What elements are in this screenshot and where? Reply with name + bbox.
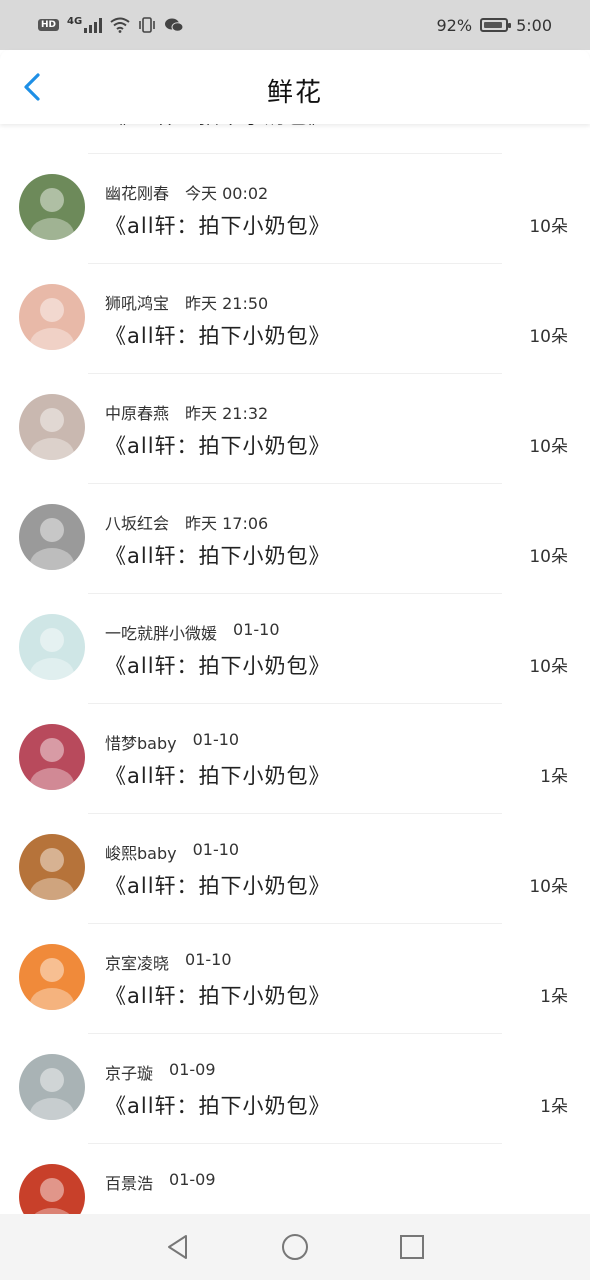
list-item-meta: 惜梦baby 01-10 [105,730,239,754]
avatar[interactable] [19,284,85,350]
list-item-message[interactable]: 《all轩：拍下小奶包》 [105,650,331,680]
list-item-message[interactable]: 《all轩：拍下小奶包》 [105,870,331,900]
list-item-message[interactable]: 《all轩：拍下小奶包》 [105,980,331,1010]
status-left: HD 4G [38,15,184,33]
list-item-count: 10朵 [529,327,568,347]
page-title: 鲜花 [266,78,323,108]
list-item-message[interactable]: 《all轩：拍下小奶包》 [105,210,331,240]
circle-home-icon [281,1234,308,1260]
list-item-count: 1朵 [540,1097,568,1117]
nav-recents-button[interactable] [396,1231,428,1263]
list-item-count: 10朵 [529,437,568,457]
list-item-count: 10朵 [529,877,568,897]
sender-name[interactable]: 八坂红会 [105,510,169,534]
avatar[interactable] [19,1054,85,1120]
timestamp: 昨天 21:50 [185,294,269,313]
avatar[interactable] [19,834,85,900]
sender-name[interactable]: 百景浩 [105,1170,153,1194]
timestamp: 01-10 [233,620,280,639]
list-item-message[interactable]: 《all轩：拍下小奶包》 [105,430,331,460]
status-bar: HD 4G 92% 5:00 [0,0,590,50]
triangle-back-icon [168,1235,188,1259]
list-item-count: 10朵 [529,657,568,677]
app-header: 鲜花 [0,50,590,124]
nav-back-button[interactable] [162,1231,194,1263]
list-item[interactable]: 幽花刚春 今天 00:02 《all轩：拍下小奶包》 10朵 [0,154,590,264]
list-item[interactable]: 狮吼鸿宝 昨天 21:50 《all轩：拍下小奶包》 10朵 [0,264,590,374]
nav-home-button[interactable] [279,1231,311,1263]
timestamp: 01-09 [169,1060,216,1079]
timestamp: 昨天 21:32 [185,404,269,423]
clock: 5:00 [516,15,552,35]
hd-badge: HD [38,19,60,31]
signal-icon [84,17,103,33]
timestamp: 01-09 [169,1170,216,1189]
list-item[interactable]: 八坂红会 昨天 17:06 《all轩：拍下小奶包》 10朵 [0,484,590,594]
list-item[interactable]: 峻熙baby 01-10 《all轩：拍下小奶包》 10朵 [0,814,590,924]
list-item[interactable]: 京子璇 01-09 《all轩：拍下小奶包》 1朵 [0,1034,590,1144]
avatar[interactable] [19,504,85,570]
timestamp: 01-10 [192,840,240,859]
list-item-message[interactable]: 《all轩：拍下小奶包》 [105,760,331,790]
list-item-meta: 八坂红会 昨天 17:06 [105,510,268,534]
wechat-icon [165,18,184,32]
network-label: 4G [67,15,83,27]
sender-name[interactable]: 中原春燕 [105,400,169,424]
list-item[interactable]: 一吃就胖小微媛 01-10 《all轩：拍下小奶包》 10朵 [0,594,590,704]
avatar[interactable] [19,944,85,1010]
list-item-meta: 幽花刚春 今天 00:02 [105,180,268,204]
list-item-meta: 狮吼鸿宝 昨天 21:50 [105,290,268,314]
list-item-count: 10朵 [529,217,568,237]
sender-name[interactable]: 狮吼鸿宝 [105,290,169,314]
list-item-meta: 中原春燕 昨天 21:32 [105,400,268,424]
wifi-icon [110,17,130,33]
avatar[interactable] [19,174,85,240]
list-item-meta: 京子璇 01-09 [105,1060,216,1084]
vibrate-icon [139,17,155,33]
list-item[interactable]: 京室凌晓 01-10 《all轩：拍下小奶包》 1朵 [0,924,590,1034]
sender-name[interactable]: 京室凌晓 [105,950,169,974]
list-item-meta: 一吃就胖小微媛 01-10 [105,620,280,644]
list-item-meta: 京室凌晓 01-10 [105,950,232,974]
battery-icon [480,18,512,32]
list-item[interactable]: 中原春燕 昨天 21:32 《all轩：拍下小奶包》 10朵 [0,374,590,484]
system-nav-bar [0,1214,590,1280]
timestamp: 昨天 17:06 [185,514,269,533]
sender-name[interactable]: 峻熙baby [105,840,177,864]
list-item-count: 1朵 [540,987,568,1007]
sender-name[interactable]: 一吃就胖小微媛 [105,620,217,644]
flower-list[interactable]: 《all轩：拍下小奶包》 1朵 幽花刚春今天 00:02 《all轩：拍下小奶包》… [0,84,590,1214]
list-item[interactable]: 惜梦baby 01-10 《all轩：拍下小奶包》 1朵 [0,704,590,814]
sender-name[interactable]: 幽花刚春 [105,180,169,204]
status-right: 92% 5:00 [437,16,553,35]
list-item-count: 1朵 [540,767,568,787]
sender-name[interactable]: 京子璇 [105,1060,153,1084]
avatar[interactable] [19,394,85,460]
list-item-meta: 峻熙baby 01-10 [105,840,239,864]
list-item[interactable]: 百景浩 01-09 [0,1144,590,1214]
sender-name[interactable]: 惜梦baby [105,730,177,754]
battery-fill [484,22,503,28]
list-item-message[interactable]: 《all轩：拍下小奶包》 [105,540,331,570]
avatar[interactable] [19,1164,85,1214]
timestamp: 今天 00:02 [185,184,269,203]
timestamp: 01-10 [192,730,240,749]
list-item-meta: 百景浩 01-09 [105,1170,216,1194]
list-item-message[interactable]: 《all轩：拍下小奶包》 [105,1090,331,1120]
timestamp: 01-10 [185,950,232,969]
square-recents-icon [399,1235,424,1259]
battery-percent: 92% [436,15,473,35]
list-item-message[interactable]: 《all轩：拍下小奶包》 [105,320,331,350]
avatar[interactable] [19,724,85,790]
avatar[interactable] [19,614,85,680]
list-item-count: 10朵 [529,547,568,567]
